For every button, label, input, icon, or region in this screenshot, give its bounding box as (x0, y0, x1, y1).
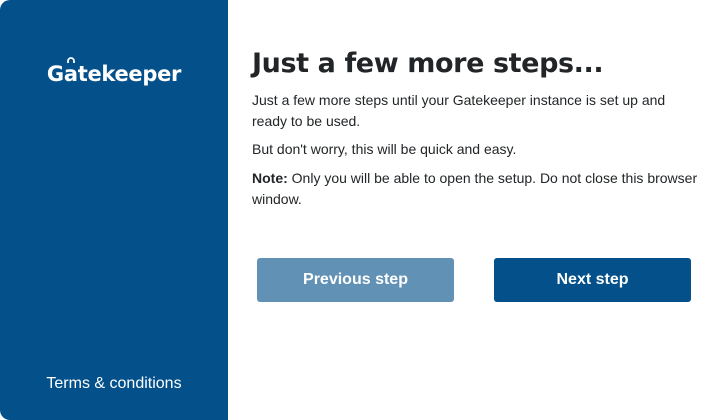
gatekeeper-logo: Ga tekeeper (0, 57, 228, 88)
page-title: Just a few more steps... (252, 48, 604, 79)
main-content: Just a few more steps... Just a few more… (228, 0, 720, 420)
logo-letter-a: a (64, 57, 78, 88)
reassurance-paragraph: But don't worry, this will be quick and … (252, 141, 517, 157)
note-paragraph: Note: Only you will be able to open the … (252, 168, 702, 210)
lock-icon (66, 57, 75, 63)
logo-suffix: tekeeper (77, 62, 182, 86)
intro-paragraph: Just a few more steps until your Gatekee… (252, 92, 666, 129)
terms-and-conditions-link[interactable]: Terms & conditions (0, 374, 228, 394)
next-step-button[interactable]: Next step (494, 258, 691, 302)
sidebar: Ga tekeeper Terms & conditions (0, 0, 228, 420)
previous-step-button[interactable]: Previous step (257, 258, 454, 302)
note-text: Only you will be able to open the setup.… (252, 170, 698, 207)
note-label: Note: (252, 170, 288, 186)
logo-letter-g: G (46, 62, 64, 86)
setup-window: Ga tekeeper Terms & conditions Just a few… (0, 0, 720, 420)
